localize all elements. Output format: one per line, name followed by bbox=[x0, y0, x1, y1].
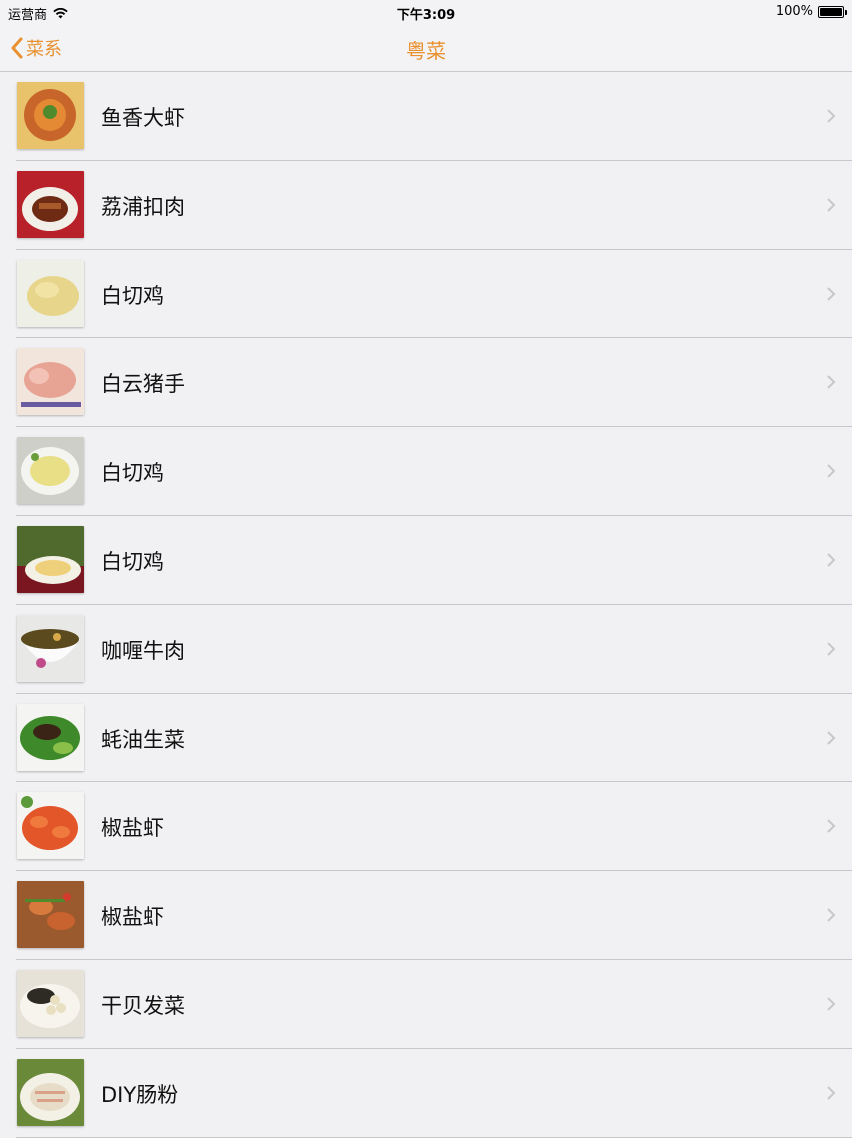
chevron-right-icon bbox=[827, 109, 836, 123]
dish-thumbnail bbox=[17, 170, 84, 238]
dish-thumbnail bbox=[17, 525, 84, 593]
dish-name: 蚝油生菜 bbox=[101, 727, 185, 752]
dish-name: 白切鸡 bbox=[101, 283, 164, 308]
dish-thumbnail bbox=[17, 614, 84, 682]
dish-name: 鱼香大虾 bbox=[101, 106, 185, 130]
dish-thumbnail bbox=[17, 969, 84, 1037]
dish-name: 椒盐虾 bbox=[101, 905, 164, 930]
dish-list: 鱼香大虾 荔浦扣肉 白切鸡 白云猪手 白切鸡 白切鸡 咖喱牛肉 蚝油生菜 椒盐虾… bbox=[0, 72, 852, 1138]
chevron-right-icon bbox=[827, 286, 836, 301]
dish-thumbnail bbox=[17, 437, 84, 505]
chevron-right-icon bbox=[827, 730, 836, 745]
chevron-right-icon bbox=[827, 375, 836, 390]
battery-percent: 100% bbox=[775, 4, 813, 19]
list-item[interactable]: 椒盐虾 bbox=[0, 871, 852, 960]
dish-name: DIY肠粉 bbox=[101, 1082, 179, 1107]
page-title: 粤菜 bbox=[406, 39, 446, 63]
dish-thumbnail bbox=[17, 703, 84, 771]
dish-thumbnail bbox=[17, 82, 84, 149]
list-item[interactable]: 白切鸡 bbox=[0, 515, 852, 605]
dish-name: 荔浦扣肉 bbox=[101, 194, 185, 219]
dish-thumbnail bbox=[17, 348, 84, 416]
chevron-right-icon bbox=[827, 553, 836, 567]
battery-status: 100% bbox=[775, 4, 847, 19]
list-item[interactable]: 鱼香大虾 bbox=[0, 72, 852, 161]
dish-name: 白云猪手 bbox=[101, 372, 185, 397]
dish-name: 椒盐虾 bbox=[101, 816, 164, 841]
list-item[interactable]: 白切鸡 bbox=[0, 427, 852, 516]
dish-thumbnail bbox=[17, 1058, 84, 1126]
dish-name: 白切鸡 bbox=[101, 549, 164, 574]
list-item[interactable]: 白云猪手 bbox=[0, 338, 852, 428]
dish-thumbnail bbox=[17, 881, 84, 949]
battery-icon bbox=[818, 5, 847, 18]
dish-thumbnail bbox=[17, 792, 84, 860]
chevron-right-icon bbox=[827, 908, 836, 922]
list-item[interactable]: 白切鸡 bbox=[0, 249, 852, 339]
chevron-right-icon bbox=[827, 464, 836, 478]
dish-name: 咖喱牛肉 bbox=[101, 638, 185, 663]
chevron-right-icon bbox=[827, 198, 836, 212]
list-item[interactable]: 椒盐虾 bbox=[0, 782, 852, 872]
chevron-right-icon bbox=[827, 642, 836, 656]
dish-thumbnail bbox=[17, 259, 84, 327]
list-item[interactable]: 干贝发菜 bbox=[0, 959, 852, 1049]
list-item[interactable]: DIY肠粉 bbox=[0, 1048, 852, 1138]
dish-name: 白切鸡 bbox=[101, 461, 164, 486]
list-item[interactable]: 蚝油生菜 bbox=[0, 693, 852, 783]
chevron-right-icon bbox=[827, 997, 836, 1011]
navigation-bar: 菜系 粤菜 bbox=[0, 24, 852, 72]
list-item[interactable]: 荔浦扣肉 bbox=[0, 160, 852, 250]
chevron-right-icon bbox=[827, 1086, 836, 1100]
dish-name: 干贝发菜 bbox=[101, 993, 185, 1018]
list-item[interactable]: 咖喱牛肉 bbox=[0, 604, 852, 694]
status-time: 下午3:09 bbox=[396, 8, 456, 23]
status-bar: 运营商 下午3:09 100% bbox=[0, 0, 852, 24]
chevron-right-icon bbox=[827, 819, 836, 834]
